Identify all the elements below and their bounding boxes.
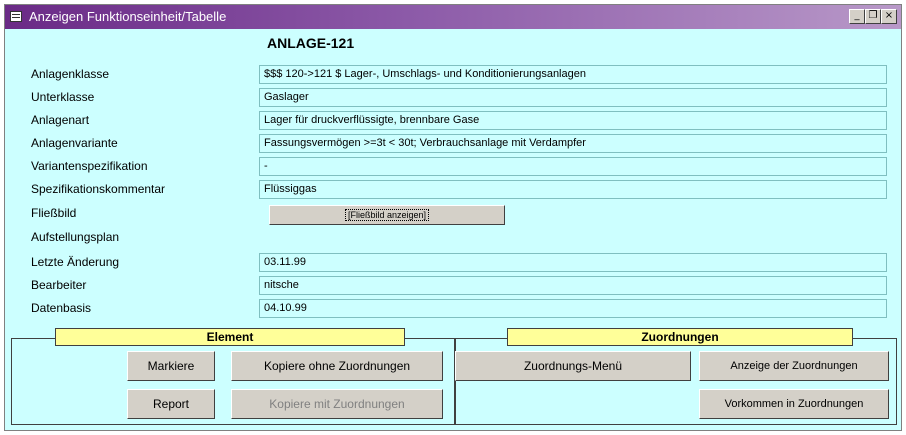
report-button[interactable]: Report	[127, 389, 215, 419]
zuordnungs-menu-button[interactable]: Zuordnungs-Menü	[455, 351, 691, 381]
anzeige-der-zuordnungen-button[interactable]: Anzeige der Zuordnungen	[699, 351, 889, 381]
spezifikationskommentar-label: Spezifikationskommentar	[31, 182, 166, 196]
datenbasis-field[interactable]: 04.10.99	[259, 299, 887, 318]
datenbasis-label: Datenbasis	[31, 301, 92, 315]
minimize-button[interactable]: _	[849, 9, 865, 24]
kopiere-mit-zuordnungen-button[interactable]: Kopiere mit Zuordnungen	[231, 389, 443, 419]
close-button[interactable]: ×	[881, 9, 897, 24]
page-title: ANLAGE-121	[267, 35, 355, 51]
unterklasse-label: Unterklasse	[31, 90, 95, 104]
bearbeiter-field[interactable]: nitsche	[259, 276, 887, 295]
fliessbild-anzeigen-label: [Fließbild anzeigen]	[344, 209, 430, 221]
title-bar[interactable]: Anzeigen Funktionseinheit/Tabelle _ ❐ ×	[5, 5, 901, 29]
anlagenklasse-field[interactable]: $$$ 120->121 $ Lager-, Umschlags- und Ko…	[259, 65, 887, 84]
anlagenvariante-label: Anlagenvariante	[31, 136, 118, 150]
restore-button[interactable]: ❐	[865, 9, 881, 24]
window-title: Anzeigen Funktionseinheit/Tabelle	[29, 9, 227, 24]
letzte-aenderung-field[interactable]: 03.11.99	[259, 253, 887, 272]
anlagenart-label: Anlagenart	[31, 113, 90, 127]
anlagenart-field[interactable]: Lager für druckverflüssigte, brennbare G…	[259, 111, 887, 130]
fliessbild-anzeigen-button[interactable]: [Fließbild anzeigen]	[269, 205, 505, 225]
bearbeiter-label: Bearbeiter	[31, 278, 87, 292]
variantenspezifikation-field[interactable]: -	[259, 157, 887, 176]
window: Anzeigen Funktionseinheit/Tabelle _ ❐ × …	[4, 4, 902, 431]
unterklasse-field[interactable]: Gaslager	[259, 88, 887, 107]
kopiere-ohne-zuordnungen-button[interactable]: Kopiere ohne Zuordnungen	[231, 351, 443, 381]
anlagenklasse-label: Anlagenklasse	[31, 67, 110, 81]
vorkommen-in-zuordnungen-button[interactable]: Vorkommen in Zuordnungen	[699, 389, 889, 419]
zuordnungen-group-label: Zuordnungen	[507, 328, 853, 346]
fliessbild-label: Fließbild	[31, 206, 77, 220]
markiere-button[interactable]: Markiere	[127, 351, 215, 381]
element-group-label: Element	[55, 328, 405, 346]
window-icon[interactable]	[10, 11, 22, 22]
anlagenvariante-field[interactable]: Fassungsvermögen >=3t < 30t; Verbrauchsa…	[259, 134, 887, 153]
spezifikationskommentar-field[interactable]: Flüssiggas	[259, 180, 887, 199]
aufstellungsplan-label: Aufstellungsplan	[31, 230, 120, 244]
variantenspezifikation-label: Variantenspezifikation	[31, 159, 148, 173]
letzte-aenderung-label: Letzte Änderung	[31, 255, 120, 269]
